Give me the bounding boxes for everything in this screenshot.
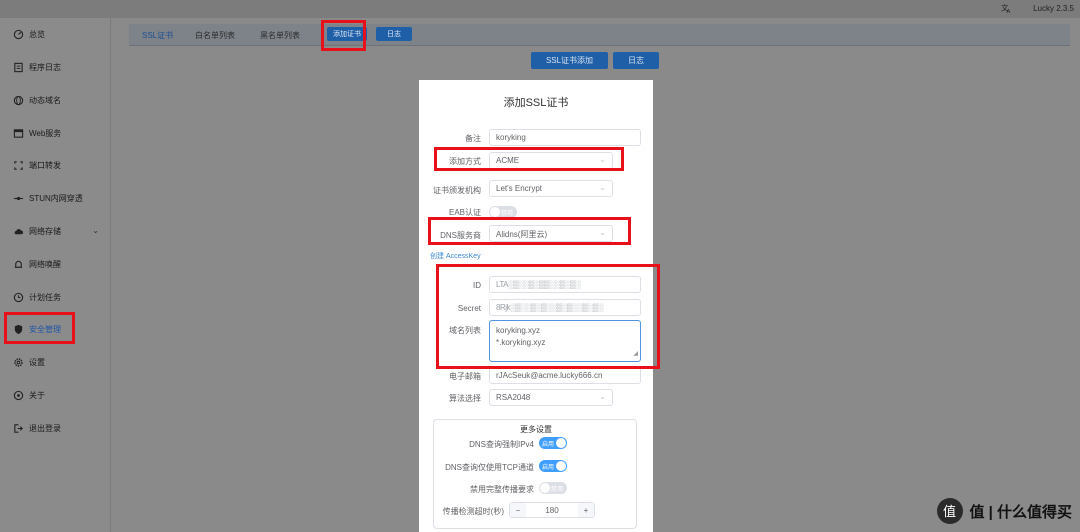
sidebar-item-web-service[interactable]: Web服务 xyxy=(0,122,111,144)
dashboard-icon xyxy=(12,28,24,40)
dialog-title: 添加SSL证书 xyxy=(503,97,569,109)
sidebar-item-logout[interactable]: 退出登录 xyxy=(0,417,111,439)
toggle-knob xyxy=(556,438,566,448)
info-icon xyxy=(12,389,24,401)
toggle-knob xyxy=(490,207,500,217)
dns-ipv4-label: DNS查询强制IPv4 xyxy=(469,440,534,449)
cloud-icon xyxy=(12,225,24,237)
chevron-down-icon: ⌄ xyxy=(599,183,606,192)
sidebar-item-stun[interactable]: STUN内网穿透 xyxy=(0,187,111,209)
log-button[interactable]: 日志 xyxy=(613,52,659,69)
watermark-text: 值 | 什么值得买 xyxy=(969,503,1072,521)
stun-icon xyxy=(12,192,24,204)
sidebar-item-label: 网络存储 xyxy=(29,226,61,236)
disable-propagation-label: 禁用完整传播要求 xyxy=(470,485,534,494)
sidebar-item-label: 设置 xyxy=(29,357,45,367)
svg-text:A: A xyxy=(1007,9,1011,14)
sidebar: 总览 程序日志 动态域名 Web服务 端口转发 STUN内网穿透 网络存储 ⌄ … xyxy=(0,18,111,532)
algo-value: RSA2048 xyxy=(496,393,531,402)
sidebar-item-label: 程序日志 xyxy=(29,62,61,72)
tabs-bar: SSL证书 白名单列表 黑名单列表 添加证书 日志 xyxy=(129,24,1070,46)
port-icon xyxy=(12,159,24,171)
sidebar-item-overview[interactable]: 总览 xyxy=(0,23,111,45)
toggle-text: 启用 xyxy=(542,442,555,448)
sidebar-item-about[interactable]: 关于 xyxy=(0,384,111,406)
timeout-label: 传播检测超时(秒) xyxy=(442,507,504,516)
highlight-box xyxy=(428,217,631,245)
sidebar-item-label: 端口转发 xyxy=(29,160,61,170)
sidebar-item-wol[interactable]: 网络唤醒 xyxy=(0,253,111,275)
sidebar-item-label: 网络唤醒 xyxy=(29,259,61,269)
dns-tcp-toggle[interactable]: 启用 xyxy=(539,460,567,472)
globe-icon xyxy=(12,94,24,106)
tab-ssl[interactable]: SSL证书 xyxy=(142,30,173,41)
email-input[interactable]: rJAcSeuk@acme.lucky666.cn xyxy=(489,367,641,384)
sidebar-item-label: 关于 xyxy=(29,390,45,400)
email-value: rJAcSeuk@acme.lucky666.cn xyxy=(496,371,603,380)
chevron-down-icon: ⌄ xyxy=(599,392,606,401)
add-ssl-button[interactable]: SSL证书添加 xyxy=(531,52,608,69)
ca-value: Let's Encrypt xyxy=(496,184,542,193)
top-bar: 文A Lucky 2.3.5 xyxy=(0,0,1080,18)
remark-label: 备注 xyxy=(465,134,481,143)
toggle-knob xyxy=(540,483,550,493)
algo-label: 算法选择 xyxy=(449,394,481,403)
sidebar-item-label: 动态域名 xyxy=(29,95,61,105)
gear-icon xyxy=(12,356,24,368)
ca-label: 证书颁发机构 xyxy=(433,186,481,195)
chevron-down-icon[interactable]: ⌄ xyxy=(92,226,99,235)
sidebar-item-label: Web服务 xyxy=(29,128,62,138)
tab-log[interactable]: 日志 xyxy=(376,27,412,41)
sidebar-item-label: STUN内网穿透 xyxy=(29,193,83,203)
sidebar-item-ddns[interactable]: 动态域名 xyxy=(0,89,111,111)
tab-blacklist[interactable]: 黑名单列表 xyxy=(260,30,300,41)
sidebar-item-label: 总览 xyxy=(29,29,45,39)
remark-value: koryking xyxy=(496,133,526,142)
sidebar-item-scheduled-tasks[interactable]: 计划任务 xyxy=(0,286,111,308)
log-icon xyxy=(12,61,24,73)
translate-icon[interactable]: 文A xyxy=(1001,3,1012,17)
logout-icon xyxy=(12,422,24,434)
sidebar-item-label: 退出登录 xyxy=(29,423,61,433)
algo-select[interactable]: RSA2048 ⌄ xyxy=(489,389,613,406)
watermark-logo-icon: 值 xyxy=(937,498,964,524)
highlight-box xyxy=(321,20,366,51)
highlight-box xyxy=(4,312,75,344)
sidebar-item-settings[interactable]: 设置 xyxy=(0,351,111,373)
disable-propagation-toggle[interactable]: 禁用 xyxy=(539,482,567,494)
bell-icon xyxy=(12,258,24,270)
dns-ipv4-toggle[interactable]: 启用 xyxy=(539,437,567,449)
toggle-text: 启用 xyxy=(542,465,555,471)
more-settings-group: 更多设置 DNS查询强制IPv4 启用 DNS查询仅使用TCP通道 启用 禁用完… xyxy=(433,419,637,529)
timeout-stepper[interactable]: − 180 + xyxy=(509,502,595,518)
increment-button[interactable]: + xyxy=(578,503,594,517)
highlight-box xyxy=(436,264,660,369)
toggle-knob xyxy=(556,461,566,471)
watermark: 值 值 | 什么值得买 xyxy=(937,498,1072,524)
email-label: 电子邮箱 xyxy=(449,372,481,381)
tab-whitelist[interactable]: 白名单列表 xyxy=(195,30,235,41)
more-settings-title: 更多设置 xyxy=(520,425,552,434)
decrement-button[interactable]: − xyxy=(510,503,526,517)
app-version: Lucky 2.3.5 xyxy=(1033,4,1074,13)
svg-text:值: 值 xyxy=(943,504,956,520)
sidebar-item-port-forward[interactable]: 端口转发 xyxy=(0,154,111,176)
dns-tcp-label: DNS查询仅使用TCP通道 xyxy=(445,463,534,472)
toggle-text: 禁用 xyxy=(500,211,513,217)
sidebar-item-label: 计划任务 xyxy=(29,292,61,302)
sidebar-item-network-storage[interactable]: 网络存储 ⌄ xyxy=(0,220,111,242)
toggle-text: 禁用 xyxy=(550,487,563,493)
remark-input[interactable]: koryking xyxy=(489,129,641,146)
timeout-value[interactable]: 180 xyxy=(526,503,578,517)
window-icon xyxy=(12,127,24,139)
highlight-box xyxy=(434,147,624,171)
clock-icon xyxy=(12,291,24,303)
sidebar-item-program-log[interactable]: 程序日志 xyxy=(0,56,111,78)
create-accesskey-link[interactable]: 创建 AccessKey xyxy=(430,251,481,261)
ca-select[interactable]: Let's Encrypt ⌄ xyxy=(489,180,613,197)
